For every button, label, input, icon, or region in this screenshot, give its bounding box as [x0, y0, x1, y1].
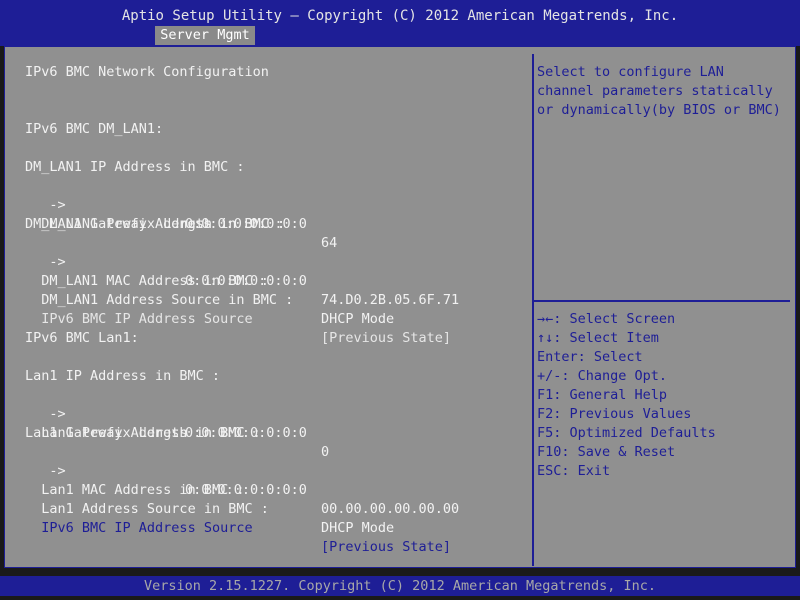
dm-lan1-ip-row: -> 0:0:0:0:0:0:0:0	[25, 177, 307, 232]
help-line: or dynamically(by BIOS or BMC)	[537, 102, 781, 118]
lan1-gateway-label: Lan1 Gateway Address in BMC :	[25, 425, 261, 441]
key-hint-enter: Enter: Select	[537, 349, 643, 365]
key-hint-exit: ESC: Exit	[537, 463, 611, 479]
dm-lan1-ip-label: DM_LAN1 IP Address in BMC :	[25, 159, 245, 175]
lan1-ip-source-option[interactable]: IPv6 BMC IP Address Source [Previous Sta…	[25, 500, 451, 555]
key-hint-select-item: ↑↓: Select Item	[537, 330, 659, 346]
footer-bar: Version 2.15.1227. Copyright (C) 2012 Am…	[0, 576, 800, 596]
tab-server-mgmt[interactable]: Server Mgmt	[155, 26, 255, 45]
dm-lan1-ip-source-value[interactable]: [Previous State]	[321, 329, 451, 348]
key-hint-change-opt: +/-: Change Opt.	[537, 368, 668, 384]
dm-lan1-prefix-value: 64	[321, 235, 338, 251]
key-hint-select-screen: →←: Select Screen	[537, 311, 676, 327]
dm-lan1-section-header: IPv6 BMC DM_LAN1:	[25, 121, 164, 137]
lan1-gateway-row: -> 0:0:0:0:0:0:0:0	[25, 443, 307, 498]
key-hint-optimized-defaults: F5: Optimized Defaults	[537, 425, 716, 441]
key-hint-save-reset: F10: Save & Reset	[537, 444, 676, 460]
lan1-mac-value: 00.00.00.00.00.00	[321, 501, 460, 517]
lan1-prefix-value: 0	[321, 444, 330, 460]
dm-lan1-gateway-row: -> 0:0:0:0:0:0:0:0	[25, 234, 307, 289]
title-bar: Aptio Setup Utility – Copyright (C) 2012…	[0, 0, 800, 46]
dm-lan1-prefix-row: DM_LAN1 Prefix Length in BMC : 64	[25, 196, 337, 251]
help-line: Select to configure LAN	[537, 64, 724, 80]
dm-lan1-source-row: DM_LAN1 Address Source in BMC : DHCP Mod…	[25, 272, 394, 327]
lan1-section-header: IPv6 BMC Lan1:	[25, 330, 139, 346]
lan1-ip-row: -> 0:0:0:0:0:0:0:0	[25, 386, 307, 441]
version-text: Version 2.15.1227. Copyright (C) 2012 Am…	[143, 578, 657, 594]
lan1-ip-label: Lan1 IP Address in BMC :	[25, 368, 221, 384]
panel-divider	[532, 54, 534, 566]
lan1-ip-source-label: IPv6 BMC IP Address Source	[41, 520, 253, 536]
dm-lan1-ip-source-option[interactable]: IPv6 BMC IP Address Source [Previous Sta…	[25, 291, 451, 346]
dm-lan1-mac-value: 74.D0.2B.05.6F.71	[321, 292, 460, 308]
page-title: IPv6 BMC Network Configuration	[25, 64, 269, 80]
dm-lan1-mac-row: DM_LAN1 MAC Address in BMC : 74.D0.2B.05…	[25, 253, 459, 308]
key-hint-previous-values: F2: Previous Values	[537, 406, 692, 422]
dm-lan1-ip-source-label: IPv6 BMC IP Address Source	[41, 311, 253, 327]
dm-lan1-gateway-label: DM_LAN1 Gateway Address in BMC :	[25, 216, 286, 232]
dm-lan1-source-value: DHCP Mode	[321, 311, 395, 327]
lan1-prefix-row: Lan1 Prefix Length in BMC : 0	[25, 405, 329, 460]
lan1-source-value: DHCP Mode	[321, 520, 395, 536]
help-divider	[534, 300, 790, 302]
lan1-mac-row: Lan1 MAC Address in BMC : 00.00.00.00.00…	[25, 462, 459, 517]
app-title: Aptio Setup Utility – Copyright (C) 2012…	[121, 8, 679, 24]
lan1-ip-source-value[interactable]: [Previous State]	[321, 538, 451, 557]
lan1-source-row: Lan1 Address Source in BMC : DHCP Mode	[25, 481, 394, 536]
key-hint-general-help: F1: General Help	[537, 387, 668, 403]
help-line: channel parameters statically	[537, 83, 773, 99]
